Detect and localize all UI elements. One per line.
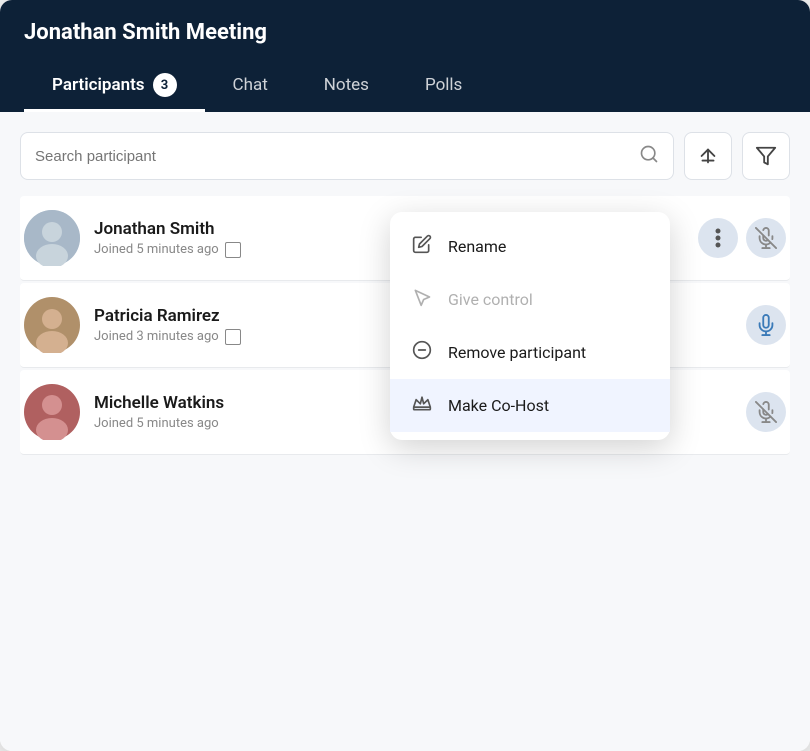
search-row xyxy=(20,132,790,180)
cursor-icon xyxy=(410,287,434,312)
mic-button-patricia[interactable] xyxy=(746,305,786,345)
avatar-patricia xyxy=(24,297,80,353)
avatar-michelle xyxy=(24,384,80,440)
participants-badge: 3 xyxy=(153,73,177,97)
tab-polls[interactable]: Polls xyxy=(397,61,490,112)
tab-chat-label: Chat xyxy=(233,75,268,95)
crown-icon xyxy=(410,393,434,418)
search-icon xyxy=(639,144,659,169)
context-menu-rename[interactable]: Rename xyxy=(390,220,670,273)
checkbox-jonathan[interactable] xyxy=(225,242,241,258)
participant-actions-jonathan xyxy=(698,218,786,258)
mic-button-jonathan[interactable] xyxy=(746,218,786,258)
app-container: Jonathan Smith Meeting Participants 3 Ch… xyxy=(0,0,810,751)
tab-chat[interactable]: Chat xyxy=(205,61,296,112)
give-control-label: Give control xyxy=(448,290,533,309)
avatar-jonathan xyxy=(24,210,80,266)
body: Jonathan Smith Joined 5 minutes ago xyxy=(0,112,810,751)
pencil-icon xyxy=(410,234,434,259)
three-dots-button-jonathan[interactable] xyxy=(698,218,738,258)
tab-participants-label: Participants xyxy=(52,75,145,95)
search-input[interactable] xyxy=(35,148,639,165)
checkbox-patricia[interactable] xyxy=(225,329,241,345)
remove-participant-label: Remove participant xyxy=(448,343,586,362)
meeting-title: Jonathan Smith Meeting xyxy=(24,20,786,45)
context-menu-remove[interactable]: Remove participant xyxy=(390,326,670,379)
minus-circle-icon xyxy=(410,340,434,365)
tab-notes-label: Notes xyxy=(324,75,369,95)
mic-button-michelle[interactable] xyxy=(746,392,786,432)
participant-actions-michelle xyxy=(746,392,786,432)
rename-label: Rename xyxy=(448,237,506,256)
sort-button[interactable] xyxy=(684,132,732,180)
context-menu-make-cohost[interactable]: Make Co-Host xyxy=(390,379,670,432)
make-cohost-label: Make Co-Host xyxy=(448,396,549,415)
tab-polls-label: Polls xyxy=(425,75,462,95)
participant-actions-patricia xyxy=(746,305,786,345)
search-input-wrap xyxy=(20,132,674,180)
tab-notes[interactable]: Notes xyxy=(296,61,397,112)
header: Jonathan Smith Meeting Participants 3 Ch… xyxy=(0,0,810,112)
context-menu-give-control: Give control xyxy=(390,273,670,326)
filter-button[interactable] xyxy=(742,132,790,180)
tab-participants[interactable]: Participants 3 xyxy=(24,61,205,112)
context-menu: Rename Give control Rem xyxy=(390,212,670,440)
tab-bar: Participants 3 Chat Notes Polls xyxy=(24,61,786,112)
